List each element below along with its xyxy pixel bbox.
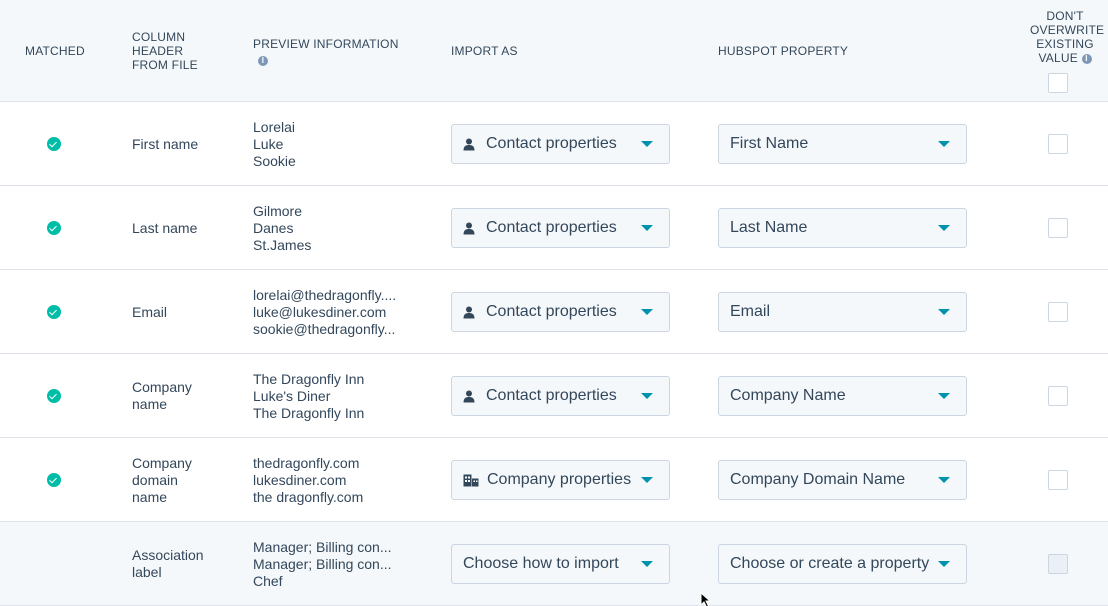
preview-information: Lorelai Luke Sookie xyxy=(253,118,296,169)
preview-information: Manager; Billing con... Manager; Billing … xyxy=(253,538,392,589)
preview-information: lorelai@thedragonfly.... luke@lukesdiner.… xyxy=(253,286,397,337)
caret-down-icon xyxy=(938,393,950,399)
header-hubspot-property: HUBSPOT PROPERTY xyxy=(718,44,849,58)
hubspot-property-value: Company Domain Name xyxy=(730,471,906,488)
column-header-name: Company name xyxy=(132,379,192,412)
matched-check-icon xyxy=(47,473,61,487)
hubspot-property-value: Last Name xyxy=(730,219,808,236)
caret-down-icon xyxy=(938,141,950,147)
mouse-cursor-icon xyxy=(700,592,712,606)
matched-check-icon xyxy=(47,389,61,403)
preview-information: thedragonfly.com lukesdiner.com the dragon… xyxy=(253,454,364,505)
column-header-name: Association label xyxy=(132,547,204,580)
column-header-name: Last name xyxy=(132,219,198,236)
person-icon xyxy=(463,390,475,402)
dont-overwrite-all-checkbox[interactable] xyxy=(1048,73,1068,93)
table-header: MATCHED COLUMN HEADER FROM FILE PREVIEW … xyxy=(0,0,1108,102)
person-icon xyxy=(463,222,475,234)
dont-overwrite-checkbox[interactable] xyxy=(1048,386,1068,406)
caret-down-icon xyxy=(641,225,653,231)
hubspot-property-value: Email xyxy=(730,303,771,320)
hubspot-property-value: First Name xyxy=(730,135,809,152)
dont-overwrite-checkbox[interactable] xyxy=(1048,134,1068,154)
import-as-dropdown[interactable]: Contact properties xyxy=(451,376,670,416)
table-row: Company name The Dragonfly Inn Luke's Diner… xyxy=(0,354,1108,438)
hubspot-property-dropdown[interactable]: First Name xyxy=(718,124,967,164)
matched-check-icon xyxy=(47,305,61,319)
import-as-dropdown[interactable]: Contact properties xyxy=(451,292,670,332)
hubspot-property-dropdown[interactable]: Last Name xyxy=(718,208,967,248)
table-row: Association label Manager; Billing con... M… xyxy=(0,522,1108,606)
person-icon xyxy=(463,138,475,150)
column-header-name: First name xyxy=(132,135,199,152)
table-row: Last name Gilmore Danes St.James Contact pro… xyxy=(0,186,1108,270)
header-matched: MATCHED xyxy=(25,44,85,58)
hubspot-property-dropdown[interactable]: Company Name xyxy=(718,376,967,416)
info-icon[interactable]: i xyxy=(1081,53,1092,64)
building-icon xyxy=(463,474,479,486)
table-row: Company domain name thedragonfly.com lukesdi… xyxy=(0,438,1108,522)
import-as-dropdown[interactable]: Contact properties xyxy=(451,208,670,248)
hubspot-property-value: Choose or create a property xyxy=(730,555,930,572)
caret-down-icon xyxy=(938,309,950,315)
hubspot-property-dropdown[interactable]: Email xyxy=(718,292,967,332)
caret-down-icon xyxy=(938,225,950,231)
caret-down-icon xyxy=(938,561,950,567)
dont-overwrite-checkbox[interactable] xyxy=(1048,302,1068,322)
import-as-value: Choose how to import xyxy=(463,555,619,572)
import-as-value: Contact properties xyxy=(486,219,617,236)
column-header-name: Company domain name xyxy=(132,454,192,505)
dont-overwrite-checkbox[interactable] xyxy=(1048,554,1068,574)
info-icon[interactable]: i xyxy=(258,55,268,66)
import-as-dropdown[interactable]: Contact properties xyxy=(451,124,670,164)
header-import-as: IMPORT AS xyxy=(451,44,518,58)
caret-down-icon xyxy=(641,477,653,483)
column-header-name: Email xyxy=(132,303,168,320)
header-dont-overwrite: DON'T OVERWRITE EXISTING VALUE i xyxy=(1030,9,1105,65)
preview-information: The Dragonfly Inn Luke's Diner The Dragonf… xyxy=(253,370,365,421)
header-column-from-file: COLUMN HEADER FROM FILE xyxy=(132,30,198,72)
table-row: First name Lorelai Luke Sookie Contact prope… xyxy=(0,102,1108,186)
caret-down-icon xyxy=(641,393,653,399)
import-as-value: Company properties xyxy=(487,471,632,488)
import-as-value: Contact properties xyxy=(486,387,617,404)
caret-down-icon xyxy=(938,477,950,483)
import-as-value: Contact properties xyxy=(486,303,617,320)
caret-down-icon xyxy=(641,309,653,315)
import-as-dropdown[interactable]: Company properties xyxy=(451,460,670,500)
hubspot-property-dropdown[interactable]: Choose or create a property xyxy=(718,544,967,584)
import-as-dropdown[interactable]: Choose how to import xyxy=(451,544,670,584)
table-row: Email lorelai@thedragonfly.... luke@lukesd… xyxy=(0,270,1108,354)
hubspot-property-dropdown[interactable]: Company Domain Name xyxy=(718,460,967,500)
dont-overwrite-checkbox[interactable] xyxy=(1048,218,1068,238)
dont-overwrite-checkbox[interactable] xyxy=(1048,470,1068,490)
matched-check-icon xyxy=(47,221,61,235)
caret-down-icon xyxy=(641,141,653,147)
preview-information: Gilmore Danes St.James xyxy=(253,202,312,253)
matched-check-icon xyxy=(47,137,61,151)
header-preview-information: PREVIEW INFORMATION i xyxy=(253,37,399,66)
caret-down-icon xyxy=(641,561,653,567)
import-as-value: Contact properties xyxy=(486,135,617,152)
hubspot-property-value: Company Name xyxy=(730,387,846,404)
person-icon xyxy=(463,306,475,318)
